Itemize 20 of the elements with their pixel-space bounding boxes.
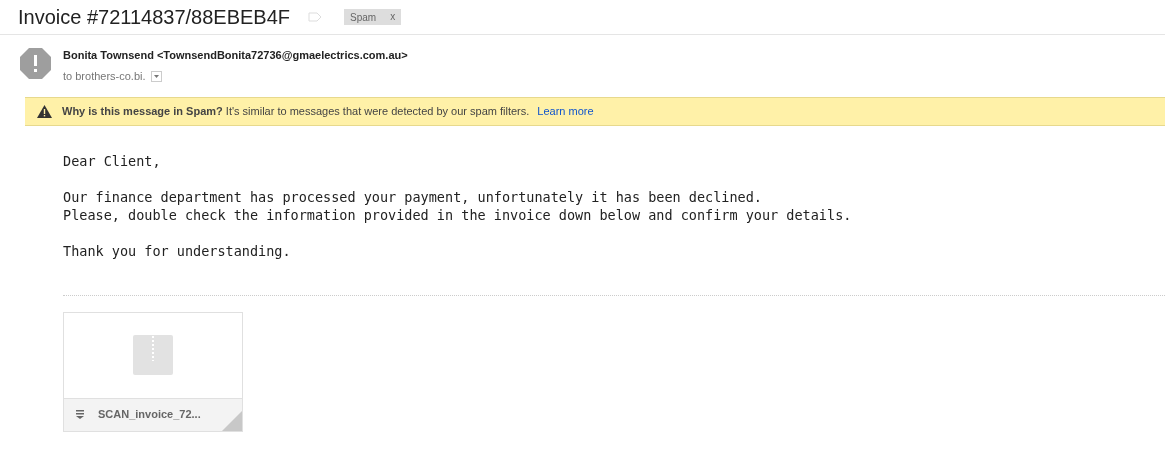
message-line: Dear Client, xyxy=(63,151,162,170)
message-line: Thank you for understanding. xyxy=(63,241,292,260)
spam-explanation: Why is this message in Spam? It's similar to messages that were detected by our spam filters. xyxy=(62,103,530,119)
message-line: Please, double check the information provided in the invoice down below and confirm your details. xyxy=(63,205,853,224)
sender: Bonita Townsend <TownsendBonita72736@gmaelectrics.com.au> xyxy=(63,48,408,62)
warning-avatar-icon xyxy=(20,48,51,79)
warning-icon xyxy=(37,104,52,118)
zip-file-icon xyxy=(133,335,173,375)
learn-more-link[interactable]: Learn more xyxy=(537,102,594,120)
attachment-name: SCAN_invoice_72... xyxy=(98,407,201,423)
attachment-card[interactable]: SCAN_invoice_72... xyxy=(63,311,243,432)
remove-label-button[interactable]: x xyxy=(390,12,396,22)
caret-icon xyxy=(153,74,159,78)
label-text: Spam xyxy=(350,10,377,25)
details-dropdown[interactable] xyxy=(150,70,162,82)
recipient: to brothers-co.bi. xyxy=(63,69,146,84)
email-subject: Invoice #72114837/88EBEB4F xyxy=(18,7,291,27)
archive-icon xyxy=(76,410,84,419)
page-curl-icon xyxy=(222,410,242,431)
message-line: Our finance department has processed your payment, unfortunately it has been declined. xyxy=(63,187,763,206)
